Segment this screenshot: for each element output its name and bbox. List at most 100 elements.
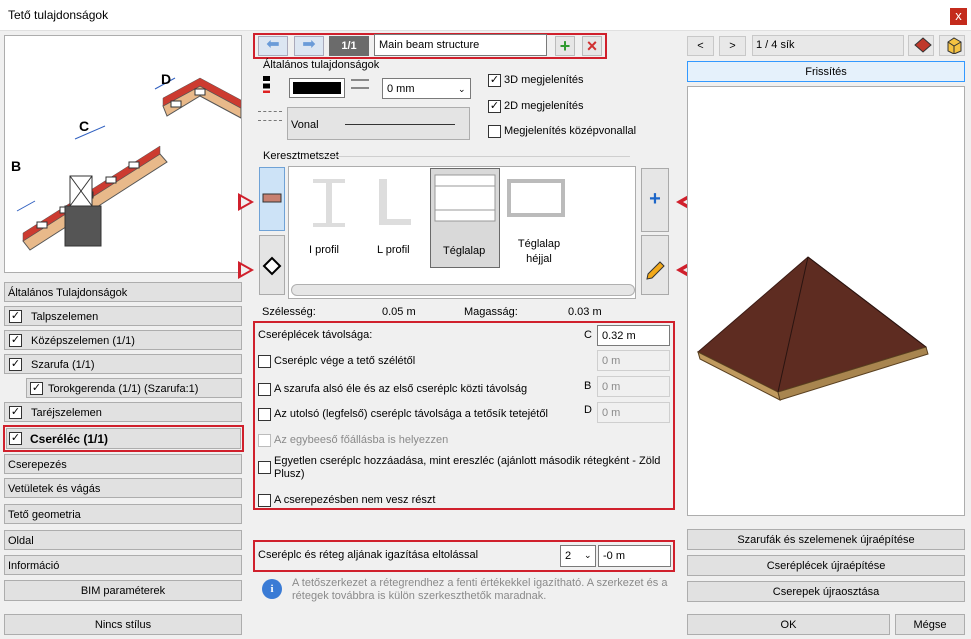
bim-parameters-button[interactable]: BIM paraméterek (4, 580, 242, 601)
label-c: C (79, 118, 89, 134)
arrow-left-icon[interactable]: ⬅ (258, 36, 288, 56)
height-label: Magasság: (464, 306, 518, 318)
nav-kozepszelemen[interactable]: Középszelemen (1/1) (4, 330, 242, 350)
nav-talpszelemen-check[interactable]: ✓ (9, 310, 22, 323)
profile-l-label: L profil (377, 244, 410, 256)
structure-name-input[interactable]: Main beam structure (374, 34, 547, 56)
coincident-checkbox[interactable] (258, 434, 271, 447)
l-profile-icon (379, 179, 411, 225)
title-bar: Tető tulajdonságok x (0, 0, 971, 31)
prev-plane-button[interactable]: < (687, 36, 714, 56)
b-letter: B (584, 380, 592, 392)
nav-tarejszelemen-label: Taréjszelemen (31, 407, 102, 419)
nav-teto-geometria[interactable]: Tető geometria (4, 504, 242, 524)
nav-cseréléc-label: Cseréléc (1/1) (30, 432, 109, 446)
nav-szarufa[interactable]: Szarufa (1/1) (4, 354, 242, 374)
gallery-scrollbar[interactable] (291, 284, 635, 296)
bucket-button[interactable] (259, 235, 285, 295)
info-text: A tetőszerkezet a rétegrendhez a fenti é… (292, 577, 668, 602)
general-props-title: Általános tulajdonságok (263, 59, 380, 71)
style-button[interactable]: Nincs stílus (4, 614, 242, 635)
add-profile-icon[interactable]: + (641, 168, 669, 232)
batten-end-label: Cseréplc vége a tető szélétől (274, 355, 416, 367)
nav-szarufa-check[interactable]: ✓ (9, 358, 22, 371)
arrow-right-icon[interactable]: ➡ (294, 36, 324, 56)
profile-rectangle-shell[interactable]: Téglalap héjjal (503, 173, 573, 273)
gem-icon (914, 37, 932, 53)
nav-talpszelemen[interactable]: Talpszelemen (4, 306, 242, 326)
next-plane-button[interactable]: > (719, 36, 746, 56)
nav-torokgerenda[interactable]: Torokgerenda (1/1) (Szarufa:1) (26, 378, 242, 398)
alignment-label: Cseréplc és réteg aljának igazítása elto… (258, 549, 479, 561)
profile-gallery: I profil L profil Téglalap Téglalap héjj… (288, 166, 636, 299)
cube-icon (947, 37, 962, 55)
nav-kozepszelemen-check[interactable]: ✓ (9, 334, 22, 347)
batten-end-checkbox[interactable] (258, 355, 271, 368)
i-profile-icon (313, 179, 345, 227)
centerline-label: Megjelenítés középvonallal (504, 125, 637, 137)
line-type-select[interactable]: Vonal (287, 107, 470, 140)
nav-cseréléc-check[interactable]: ✓ (9, 432, 22, 445)
nav-tarejszelemen[interactable]: Taréjszelemen (4, 402, 242, 422)
c-letter: C (584, 329, 592, 341)
material-button[interactable] (908, 35, 934, 56)
profile-rectangle[interactable]: Téglalap (430, 168, 500, 268)
redistribute-tiles-button[interactable]: Cserepek újraosztása (687, 581, 965, 602)
ok-button[interactable]: OK (687, 614, 890, 635)
nav-informacio[interactable]: Információ (4, 555, 242, 575)
pointer-arrow-inner (241, 197, 250, 207)
rebuild-battens-button[interactable]: Cseréplécek újraépítése (687, 555, 965, 576)
centerline-checkbox[interactable] (488, 125, 501, 138)
last-batten-checkbox[interactable] (258, 408, 271, 421)
eaves-batten-label: Egyetlen cseréplc hozzáadása, mint eresz… (274, 455, 661, 480)
nav-tarejszelemen-check[interactable]: ✓ (9, 406, 22, 419)
nav-oldal[interactable]: Oldal (4, 530, 242, 550)
nav-general[interactable]: Általános Tulajdonságok (4, 282, 242, 302)
view-3d-button[interactable] (939, 35, 965, 56)
profile-l[interactable]: L profil (365, 173, 425, 265)
cross-section-divider (322, 156, 630, 157)
batten-end-input[interactable]: 0 m (597, 350, 670, 371)
add-icon[interactable]: + (555, 36, 575, 56)
cancel-button[interactable]: Mégse (895, 614, 965, 635)
nav-torokgerenda-label: Torokgerenda (1/1) (Szarufa:1) (48, 383, 199, 395)
info-icon: i (262, 579, 282, 599)
no-tiling-checkbox[interactable] (258, 494, 271, 507)
nav-cserepezes[interactable]: Cserepezés (4, 454, 242, 474)
roof-3d-preview (697, 256, 929, 401)
eaves-batten-checkbox[interactable] (258, 461, 271, 474)
diagram-panel: B C D (4, 35, 242, 273)
pen-icon (263, 76, 270, 93)
rafter-distance-checkbox[interactable] (258, 383, 271, 396)
rebuild-rafters-button[interactable]: Szarufák és szelemenek újraépítése (687, 529, 965, 550)
last-batten-input[interactable]: 0 m (597, 402, 670, 423)
beam-view-button[interactable] (259, 167, 285, 231)
delete-icon[interactable]: × (582, 36, 602, 56)
coincident-label: Az egybeeső főállásba is helyezzen (274, 434, 449, 446)
nav-vetuletek[interactable]: Vetületek és vágás (4, 478, 242, 498)
profile-rectangle-label: Téglalap (443, 245, 486, 257)
pointer-arrow-inner (241, 265, 250, 275)
close-button[interactable]: x (950, 8, 967, 25)
nav-szarufa-label: Szarufa (1/1) (31, 359, 95, 371)
edit-profile-button[interactable] (641, 235, 669, 295)
profile-i-label: I profil (309, 244, 339, 256)
nav-torokgerenda-check[interactable]: ✓ (30, 382, 43, 395)
width-label: Szélesség: (262, 306, 316, 318)
nav-cseréléc[interactable]: Cseréléc (1/1) (6, 428, 241, 449)
color-swatch[interactable] (289, 78, 345, 98)
nav-talpszelemen-label: Talpszelemen (31, 311, 99, 323)
roof-section-diagram: B C D (11, 71, 242, 251)
rafter-distance-input[interactable]: 0 m (597, 376, 670, 397)
batten-distance-input[interactable]: 0.32 m (597, 325, 670, 346)
show-2d-checkbox[interactable]: ✓ (488, 100, 501, 113)
nav-kozepszelemen-label: Középszelemen (1/1) (31, 335, 135, 347)
rectangle-profile-icon (434, 174, 496, 222)
last-batten-label: Az utolsó (legfelső) cseréplc távolsága … (274, 408, 548, 420)
show-3d-checkbox[interactable]: ✓ (488, 74, 501, 87)
rectangle-shell-icon (507, 179, 565, 217)
profile-i[interactable]: I profil (299, 173, 359, 265)
alignment-offset-input[interactable]: -0 m (598, 545, 671, 567)
refresh-button[interactable]: Frissítés (687, 61, 965, 82)
width-value: 0.05 m (382, 306, 416, 318)
